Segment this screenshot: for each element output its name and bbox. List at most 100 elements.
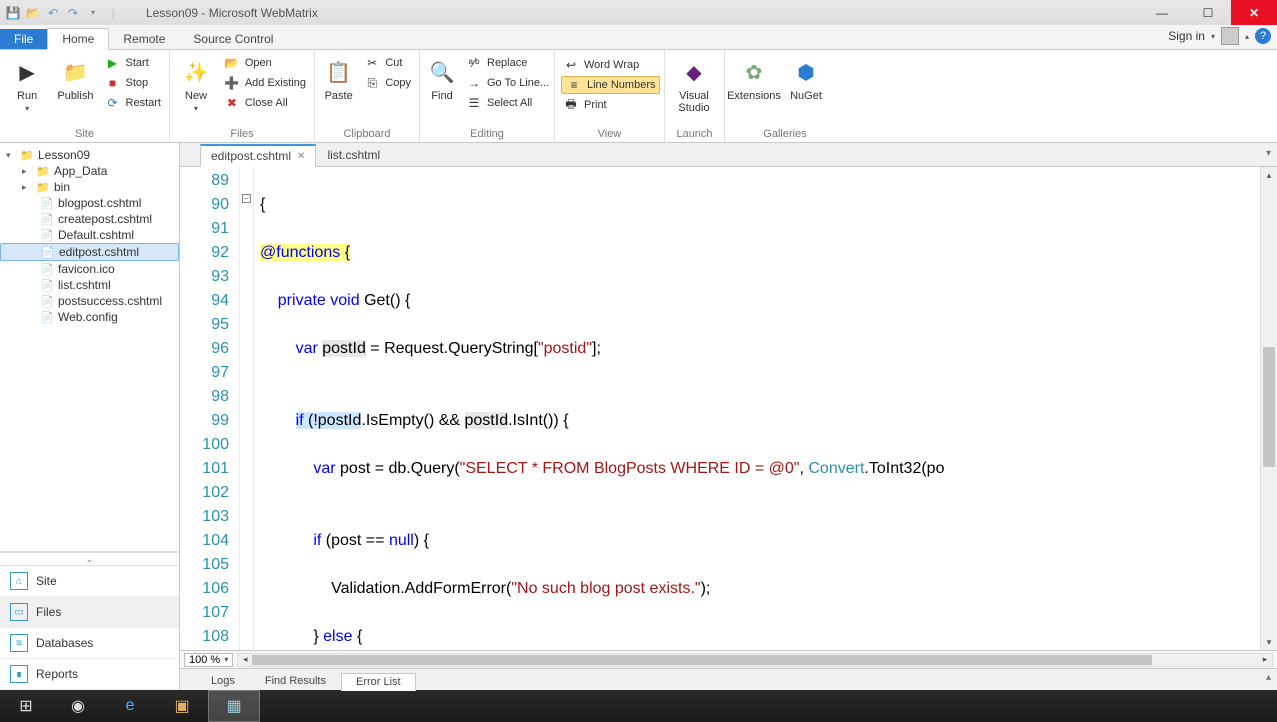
- close-button[interactable]: ✕: [1231, 0, 1277, 25]
- files-icon: ▭: [10, 603, 28, 621]
- panel-expand-icon[interactable]: ▴: [1266, 672, 1271, 683]
- select-all-button[interactable]: ☰Select All: [464, 94, 551, 112]
- extensions-button[interactable]: ✿Extensions: [731, 52, 777, 102]
- new-icon: ✨: [180, 56, 212, 88]
- ribbon-collapse-icon[interactable]: ▴: [1245, 32, 1249, 41]
- tab-logs[interactable]: Logs: [196, 672, 250, 690]
- line-gutter: 8990919293949596979899100101102103104105…: [180, 167, 240, 650]
- goto-icon: →: [466, 75, 482, 91]
- file-tree: ▾📁Lesson09 ▸📁App_Data ▸📁bin 📄blogpost.cs…: [0, 143, 179, 552]
- scroll-thumb[interactable]: [252, 655, 1152, 665]
- horizontal-scrollbar[interactable]: ◂ ▸: [237, 653, 1273, 667]
- tab-error-list[interactable]: Error List: [341, 673, 416, 691]
- tree-file[interactable]: 📄postsuccess.cshtml: [0, 293, 179, 309]
- close-all-button[interactable]: ✖Close All: [222, 94, 308, 112]
- minimize-button[interactable]: —: [1139, 0, 1185, 25]
- tree-file[interactable]: 📄list.cshtml: [0, 277, 179, 293]
- tab-overflow-icon[interactable]: ▾: [1266, 148, 1271, 159]
- new-button[interactable]: ✨New▾: [176, 52, 216, 113]
- open-icon: 📂: [224, 55, 240, 71]
- avatar[interactable]: [1221, 27, 1239, 45]
- scroll-up-icon[interactable]: ▴: [1261, 167, 1277, 183]
- editor-tab[interactable]: list.cshtml: [316, 143, 391, 166]
- tree-file[interactable]: 📄favicon.ico: [0, 261, 179, 277]
- nav-reports[interactable]: ∎Reports: [0, 659, 179, 690]
- qat-open-icon[interactable]: 📂: [26, 6, 40, 20]
- nuget-icon: ⬢: [790, 56, 822, 88]
- qat-redo-icon[interactable]: ↷: [66, 6, 80, 20]
- copy-button[interactable]: ⎘Copy: [362, 74, 413, 92]
- tab-close-icon[interactable]: ✕: [297, 151, 305, 162]
- publish-button[interactable]: 📁Publish: [54, 52, 96, 102]
- goto-line-button[interactable]: →Go To Line...: [464, 74, 551, 92]
- nuget-button[interactable]: ⬢NuGet: [783, 52, 829, 102]
- scroll-down-icon[interactable]: ▾: [1261, 634, 1277, 650]
- tree-collapse-handle[interactable]: ⌄: [0, 552, 179, 566]
- fold-toggle-icon[interactable]: −: [242, 194, 251, 203]
- nav-databases[interactable]: ≡Databases: [0, 628, 179, 659]
- tree-file[interactable]: 📄Default.cshtml: [0, 227, 179, 243]
- tree-file-selected[interactable]: 📄editpost.cshtml: [0, 243, 179, 261]
- taskbar: ⊞ ◉ e ▣ ▦: [0, 690, 1277, 722]
- print-icon: 🖶: [563, 97, 579, 113]
- qat-save-icon[interactable]: 💾: [6, 6, 20, 20]
- tree-file[interactable]: 📄blogpost.cshtml: [0, 195, 179, 211]
- nav-site[interactable]: ⌂Site: [0, 566, 179, 597]
- start-button[interactable]: ▶Start: [103, 54, 163, 72]
- tab-remote[interactable]: Remote: [109, 29, 179, 49]
- linenumbers-icon: ≡: [566, 77, 582, 93]
- stop-button[interactable]: ■Stop: [103, 74, 163, 92]
- taskbar-explorer-icon[interactable]: ▣: [156, 690, 208, 722]
- nav-files[interactable]: ▭Files: [0, 597, 179, 628]
- maximize-button[interactable]: ☐: [1185, 0, 1231, 25]
- bottom-tabs: Logs Find Results Error List ▴: [180, 668, 1277, 690]
- file-icon: 📄: [40, 278, 54, 292]
- taskbar-chrome-icon[interactable]: ◉: [52, 690, 104, 722]
- visual-studio-button[interactable]: ◆Visual Studio: [671, 52, 717, 114]
- open-button[interactable]: 📂Open: [222, 54, 308, 72]
- code-editor[interactable]: 8990919293949596979899100101102103104105…: [180, 167, 1277, 650]
- qat-undo-icon[interactable]: ↶: [46, 6, 60, 20]
- select-all-icon: ☰: [466, 95, 482, 111]
- taskbar-start-icon[interactable]: ⊞: [0, 690, 52, 722]
- group-label-launch: Launch: [671, 128, 718, 142]
- signin-dropdown-icon[interactable]: ▾: [1211, 32, 1215, 41]
- scroll-left-icon[interactable]: ◂: [238, 654, 252, 666]
- sidebar: ▾📁Lesson09 ▸📁App_Data ▸📁bin 📄blogpost.cs…: [0, 143, 180, 690]
- tab-source-control[interactable]: Source Control: [179, 29, 287, 49]
- restart-button[interactable]: ⟳Restart: [103, 94, 163, 112]
- extensions-icon: ✿: [738, 56, 770, 88]
- fold-column[interactable]: −: [240, 167, 254, 650]
- publish-icon: 📁: [59, 56, 91, 88]
- tree-file[interactable]: 📄Web.config: [0, 309, 179, 325]
- cut-button[interactable]: ✂Cut: [362, 54, 413, 72]
- paste-button[interactable]: 📋Paste: [321, 52, 356, 102]
- zoom-selector[interactable]: 100 %▾: [184, 653, 233, 667]
- vertical-scrollbar[interactable]: ▴ ▾: [1260, 167, 1277, 650]
- scroll-thumb[interactable]: [1263, 347, 1275, 467]
- find-button[interactable]: 🔍Find: [426, 52, 458, 102]
- tree-file[interactable]: 📄createpost.cshtml: [0, 211, 179, 227]
- scroll-right-icon[interactable]: ▸: [1258, 654, 1272, 666]
- tree-root[interactable]: ▾📁Lesson09: [0, 147, 179, 163]
- print-button[interactable]: 🖶Print: [561, 96, 660, 114]
- add-existing-button[interactable]: ➕Add Existing: [222, 74, 308, 92]
- word-wrap-button[interactable]: ↩Word Wrap: [561, 56, 660, 74]
- help-icon[interactable]: ?: [1255, 28, 1271, 44]
- line-numbers-button[interactable]: ≡Line Numbers: [561, 76, 660, 94]
- qat-dropdown-icon[interactable]: ▾: [86, 6, 100, 20]
- taskbar-ie-icon[interactable]: e: [104, 690, 156, 722]
- tab-file[interactable]: File: [0, 29, 47, 49]
- replace-button[interactable]: ᵃ⁄ᵇReplace: [464, 54, 551, 72]
- replace-icon: ᵃ⁄ᵇ: [466, 55, 482, 71]
- tree-folder[interactable]: ▸📁bin: [0, 179, 179, 195]
- tree-folder[interactable]: ▸📁App_Data: [0, 163, 179, 179]
- tab-find-results[interactable]: Find Results: [250, 672, 341, 690]
- signin-link[interactable]: Sign in: [1168, 29, 1205, 43]
- taskbar-webmatrix-icon[interactable]: ▦: [208, 690, 260, 722]
- tab-home[interactable]: Home: [47, 28, 109, 50]
- group-label-clipboard: Clipboard: [321, 128, 413, 142]
- code-content[interactable]: { @functions { private void Get() { var …: [254, 167, 1260, 650]
- editor-tab-active[interactable]: editpost.cshtml✕: [200, 144, 316, 167]
- run-button[interactable]: ▶Run▾: [6, 52, 48, 113]
